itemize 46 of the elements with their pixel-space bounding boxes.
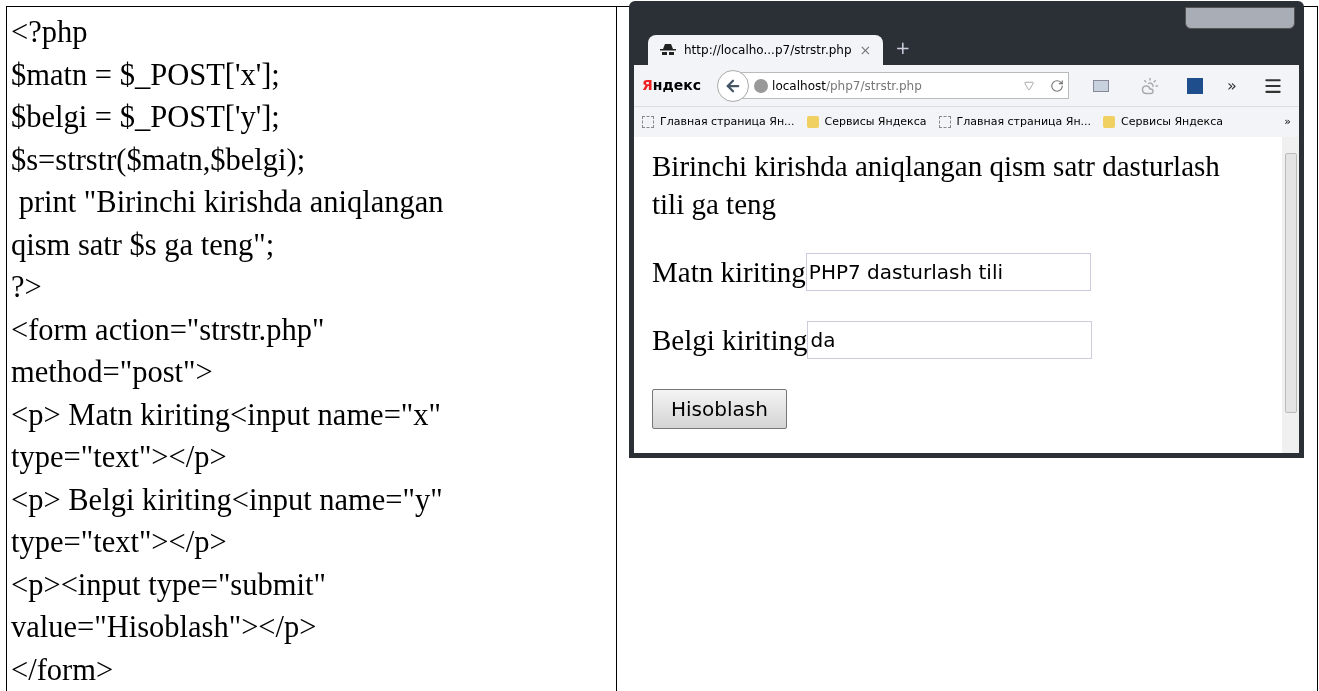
field-label: Matn kiriting bbox=[652, 255, 806, 290]
code-line: type="text"></p> bbox=[11, 524, 227, 561]
scrollbar[interactable] bbox=[1282, 137, 1299, 453]
code-line: <p><input type="submit" bbox=[11, 566, 326, 604]
bookmark-item[interactable]: Главная страница Ян... bbox=[938, 113, 1092, 131]
code-line: qism satr $s ga teng"; bbox=[11, 226, 275, 264]
code-line: <?php bbox=[11, 14, 88, 51]
code-line: type="text"></p> bbox=[11, 439, 227, 476]
reload-icon[interactable] bbox=[1050, 78, 1065, 93]
url-text: localhost/php7/strstr.php bbox=[772, 77, 922, 95]
submit-button[interactable]: Hisoblash bbox=[652, 389, 787, 429]
code-line: $belgi = $_POST['y']; bbox=[11, 99, 280, 136]
tab-close[interactable]: × bbox=[859, 39, 872, 61]
code-line: <p> Belgi kiriting<input name="y" bbox=[11, 481, 443, 519]
new-tab-button[interactable]: + bbox=[895, 34, 911, 61]
dropdown-icon[interactable] bbox=[1024, 80, 1035, 91]
code-line: value="Hisoblash"></p> bbox=[11, 609, 317, 646]
result-text: Birinchi kirishda aniqlangan qism satr dasturlash tili ga teng bbox=[652, 149, 1221, 222]
bookmarks-more[interactable]: » bbox=[1284, 113, 1291, 131]
code-line: <p> Matn kiriting<input name="x" bbox=[11, 396, 441, 434]
browser-tab[interactable]: http://localho...p7/strstr.php × bbox=[648, 35, 884, 65]
code-line: </form> bbox=[11, 651, 114, 689]
bookmark-item[interactable]: Главная страница Ян... bbox=[642, 113, 795, 131]
bookmark-item[interactable]: Сервисы Яндекса bbox=[806, 113, 927, 131]
code-line: <form action="strstr.php" bbox=[11, 311, 325, 349]
code-line: print "Birinchi kirishda aniqlangan bbox=[17, 184, 444, 221]
globe-icon bbox=[754, 78, 769, 93]
back-button[interactable] bbox=[717, 69, 750, 102]
weather-icon[interactable] bbox=[1141, 76, 1160, 95]
code-line: $s=strstr($matn,$belgi); bbox=[11, 141, 306, 179]
field-label: Belgi kiriting bbox=[652, 323, 808, 358]
page-icon bbox=[642, 116, 654, 128]
folder-icon bbox=[1103, 116, 1116, 128]
yandex-logo[interactable]: Яндекс bbox=[642, 75, 702, 96]
address-bar[interactable]: localhost/php7/strstr.php bbox=[741, 72, 1070, 99]
code-line: ?> bbox=[11, 269, 42, 306]
overflow-button[interactable]: » bbox=[1227, 73, 1237, 98]
tab-title: http://localho...p7/strstr.php bbox=[684, 42, 852, 59]
input-field[interactable]: da bbox=[807, 321, 1093, 359]
incognito-icon bbox=[660, 44, 676, 56]
folder-icon bbox=[806, 116, 819, 128]
page-icon bbox=[938, 116, 951, 128]
code-line: method="post"> bbox=[11, 354, 213, 391]
code-line: $matn = $_POST['x']; bbox=[11, 56, 280, 94]
input-field[interactable]: PHP7 dasturlash tili bbox=[805, 253, 1091, 291]
bookmark-item[interactable]: Сервисы Яндекса bbox=[1103, 113, 1224, 131]
